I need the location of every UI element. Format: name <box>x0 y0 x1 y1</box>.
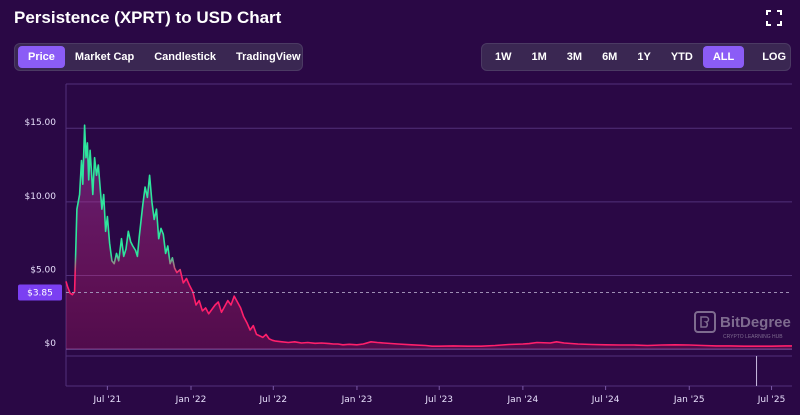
x-tick-label: Jul '22 <box>258 395 287 405</box>
y-tick-label: $5.00 <box>30 266 56 276</box>
watermark-tagline: CRYPTO LEARNING HUB <box>723 334 783 340</box>
x-tick-label: Jul '21 <box>93 395 122 405</box>
x-tick-label: Jan '22 <box>175 395 207 405</box>
x-tick-label: Jul '25 <box>757 395 786 405</box>
x-axis-ticks: Jul '21 Jan '22 Jul '22 Jan '23 Jul '23 Jan '… <box>93 386 786 405</box>
x-tick-label: Jan '24 <box>507 395 539 405</box>
y-tick-label: $10.00 <box>25 192 57 202</box>
x-tick-label: Jul '24 <box>591 395 620 405</box>
x-tick-label: Jan '25 <box>673 395 705 405</box>
bitdegree-logo-mark <box>700 316 710 328</box>
price-area-fill <box>66 125 792 350</box>
x-tick-label: Jan '23 <box>341 395 373 405</box>
current-price-label: $3.85 <box>27 288 53 298</box>
current-price-badge: $3.85 <box>18 284 62 301</box>
watermark-name: BitDegree <box>720 314 791 331</box>
x-tick-label: Jul '23 <box>424 395 453 405</box>
bitdegree-watermark: BitDegree CRYPTO LEARNING HUB <box>694 311 791 340</box>
price-chart: $0$5.00$10.00$15.00 Jul '21 Jan '22 Jul '2… <box>18 83 792 405</box>
y-axis-ticks: $0 $5.00 $10.00 $15.00 <box>25 118 57 349</box>
y-tick-label: $15.00 <box>25 118 57 128</box>
y-tick-label: $0 <box>45 339 57 349</box>
